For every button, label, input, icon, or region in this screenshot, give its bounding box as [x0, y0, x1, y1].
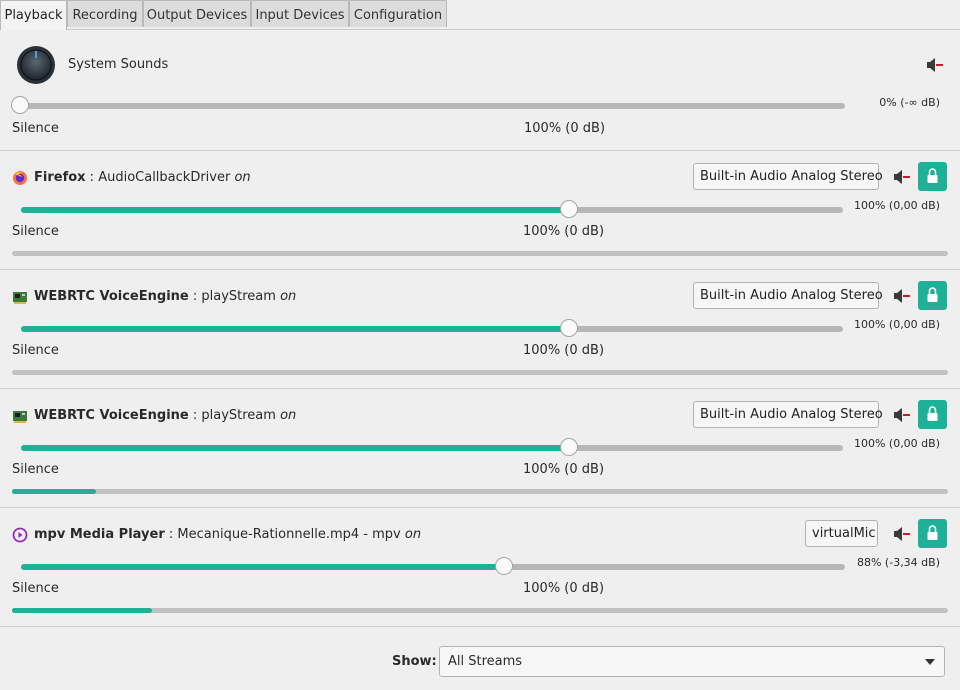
lock-channels-button[interactable]	[918, 400, 947, 429]
peak-level-fill	[12, 608, 153, 613]
tab-bar: Playback Recording Output Devices Input …	[0, 0, 960, 30]
app-name: WEBRTC VoiceEngine	[34, 289, 189, 304]
tab-output-devices[interactable]: Output Devices	[143, 0, 251, 27]
peak-level-meter	[12, 608, 948, 613]
mute-icon[interactable]	[889, 284, 913, 308]
volume-slider-handle[interactable]	[11, 96, 29, 114]
stream-title: Firefox : AudioCallbackDriver on	[34, 170, 251, 185]
stream-name: AudioCallbackDriver	[98, 170, 231, 185]
volume-slider-fill	[21, 207, 569, 213]
peak-level-meter	[12, 370, 948, 375]
stream-state: on	[280, 289, 297, 304]
divider	[0, 626, 960, 627]
output-device-button[interactable]: Built-in Audio Analog Stereo	[693, 401, 883, 428]
volume-readout: 100% (0,00 dB)	[853, 437, 940, 450]
tab-configuration[interactable]: Configuration	[349, 0, 447, 27]
output-device-button[interactable]: Built-in Audio Analog Stereo	[693, 163, 883, 190]
scale-silence-label: Silence	[12, 343, 59, 358]
lock-icon	[927, 525, 938, 540]
output-device-button[interactable]: virtualMic	[805, 520, 878, 547]
lock-icon	[927, 406, 938, 421]
title-separator: :	[164, 527, 178, 542]
tab-input-devices[interactable]: Input Devices	[251, 0, 349, 27]
peak-level-meter	[12, 251, 948, 256]
volume-slider[interactable]	[21, 438, 843, 456]
tab-playback[interactable]: Playback	[0, 0, 67, 30]
stream-name: playStream	[201, 289, 276, 304]
volume-readout: 100% (0,00 dB)	[853, 199, 940, 212]
stream-row: mpv Media Player : Mecanique-Rationnelle…	[0, 508, 960, 627]
stream-title: WEBRTC VoiceEngine : playStream on	[34, 289, 296, 304]
scale-100-label: 100% (0 dB)	[523, 343, 605, 358]
volume-slider-fill	[21, 564, 505, 570]
scale-100-label: 100% (0 dB)	[523, 462, 605, 477]
lock-channels-button[interactable]	[918, 281, 947, 310]
stream-state: on	[280, 408, 297, 423]
title-separator: :	[188, 289, 202, 304]
show-filter-select[interactable]: All Streams	[439, 646, 945, 677]
app-name: WEBRTC VoiceEngine	[34, 408, 189, 423]
scale-100-label: 100% (0 dB)	[523, 224, 605, 239]
volume-slider-handle[interactable]	[495, 557, 514, 575]
scale-silence-label: Silence	[12, 121, 59, 136]
output-device-button[interactable]: Built-in Audio Analog Stereo	[693, 282, 883, 309]
scale-100-label: 100% (0 dB)	[523, 581, 605, 596]
firefox-icon	[12, 170, 28, 186]
network-card-icon	[12, 408, 28, 424]
stream-state: on	[234, 170, 251, 185]
volume-slider[interactable]	[21, 557, 845, 575]
stream-title: mpv Media Player : Mecanique-Rationnelle…	[34, 527, 421, 542]
title-separator: :	[85, 170, 99, 185]
volume-slider[interactable]	[11, 96, 845, 114]
stream-name: Mecanique-Rationnelle.mp4 - mpv	[177, 527, 401, 542]
volume-slider-fill	[21, 326, 569, 332]
stream-row: Firefox : AudioCallbackDriver on Built-in…	[0, 151, 960, 270]
tab-recording[interactable]: Recording	[67, 0, 143, 27]
app-name: mpv Media Player	[34, 527, 165, 542]
peak-level-fill	[12, 489, 97, 494]
stream-row: WEBRTC VoiceEngine : playStream on Built-…	[0, 270, 960, 389]
mute-icon[interactable]	[889, 403, 913, 427]
show-filter-value: All Streams	[448, 654, 523, 669]
show-label: Show:	[392, 654, 437, 669]
lock-channels-button[interactable]	[918, 519, 947, 548]
stream-row: WEBRTC VoiceEngine : playStream on Built-…	[0, 389, 960, 508]
mute-icon[interactable]	[889, 165, 913, 189]
volume-slider-handle[interactable]	[560, 438, 578, 456]
volume-slider-handle[interactable]	[560, 200, 578, 218]
scale-silence-label: Silence	[12, 224, 59, 239]
lock-icon	[927, 168, 938, 183]
mute-icon[interactable]	[889, 522, 913, 546]
scale-silence-label: Silence	[12, 581, 59, 596]
mute-icon[interactable]	[922, 53, 946, 77]
title-separator: :	[188, 408, 202, 423]
volume-slider-handle[interactable]	[560, 319, 578, 337]
lock-channels-button[interactable]	[918, 162, 947, 191]
knob-icon	[17, 46, 55, 84]
volume-slider[interactable]	[21, 200, 843, 218]
chevron-down-icon	[925, 659, 935, 665]
mpv-play-icon	[12, 527, 28, 543]
peak-level-meter	[12, 489, 948, 494]
lock-icon	[927, 287, 938, 302]
volume-slider-fill	[21, 445, 569, 451]
volume-readout: 0% (-∞ dB)	[879, 96, 940, 109]
system-sounds-label: System Sounds	[68, 57, 169, 72]
volume-readout: 88% (-3,34 dB)	[856, 556, 940, 569]
scale-silence-label: Silence	[12, 462, 59, 477]
stream-title: WEBRTC VoiceEngine : playStream on	[34, 408, 296, 423]
volume-slider[interactable]	[21, 319, 843, 337]
network-card-icon	[12, 289, 28, 305]
app-name: Firefox	[34, 170, 86, 185]
volume-readout: 100% (0,00 dB)	[853, 318, 940, 331]
stream-state: on	[404, 527, 422, 542]
stream-name: playStream	[201, 408, 276, 423]
scale-100-label: 100% (0 dB)	[524, 121, 606, 136]
